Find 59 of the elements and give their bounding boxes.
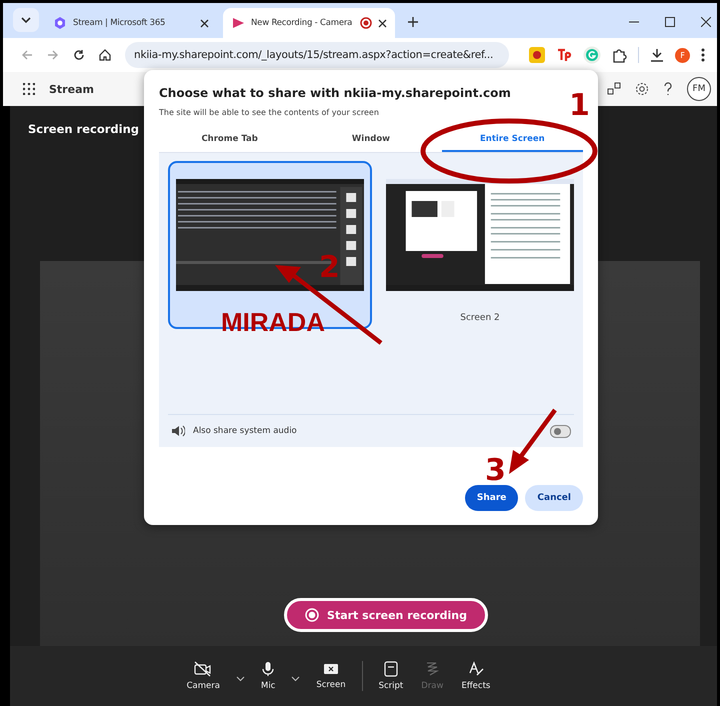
screen-option[interactable]: Screen 2 <box>378 161 582 329</box>
speaker-icon <box>171 425 185 437</box>
script-icon <box>384 661 398 677</box>
screen-share-icon <box>322 662 339 676</box>
share-tab[interactable]: Chrome Tab <box>159 127 300 152</box>
toolbar-button[interactable]: Effects <box>459 661 492 691</box>
chevron-down-icon <box>21 17 31 23</box>
microphone-icon <box>261 661 276 677</box>
help-icon[interactable] <box>663 82 673 96</box>
extension-icon[interactable] <box>556 47 572 63</box>
step-number: 1 <box>569 88 590 123</box>
toolbar-button[interactable]: Script <box>376 661 406 691</box>
chevron-down-icon[interactable] <box>236 676 245 682</box>
settings-icon[interactable] <box>635 82 649 96</box>
toolbar-button[interactable]: Camera <box>184 661 222 691</box>
cancel-button[interactable]: Cancel <box>525 485 583 511</box>
tab-title: Stream | Microsoft 365 <box>73 18 166 28</box>
app-name: Stream <box>49 82 94 96</box>
squiggle-icon <box>425 661 440 677</box>
share-button[interactable]: Share <box>464 485 518 511</box>
share-tab[interactable]: Window <box>300 127 442 152</box>
puzzle-icon[interactable] <box>612 48 627 62</box>
extension-icon[interactable] <box>529 47 545 63</box>
close-icon[interactable] <box>378 18 387 28</box>
record-icon <box>305 608 320 622</box>
toolbar-button[interactable]: Screen <box>314 662 348 690</box>
annotation-arrow <box>509 408 557 474</box>
new-tab-icon[interactable] <box>407 16 419 28</box>
address-bar[interactable]: nkiia-my.sharepoint.com/_layouts/15/stream.aspx?action=create&ref... <box>125 42 509 68</box>
profile-avatar[interactable]: F <box>675 48 690 62</box>
close-icon[interactable] <box>701 17 711 27</box>
tab-search-button[interactable] <box>13 8 39 32</box>
close-icon[interactable] <box>200 18 209 28</box>
audio-toggle[interactable] <box>550 424 571 438</box>
start-recording-button[interactable]: Start screen recording <box>284 598 488 632</box>
app-launcher-icon[interactable] <box>23 83 35 95</box>
home-icon[interactable] <box>99 49 111 61</box>
audio-label: Also share system audio <box>193 426 297 436</box>
maximize-icon[interactable] <box>665 17 675 27</box>
camera-off-icon <box>194 661 212 677</box>
browser-tab[interactable]: Stream | Microsoft 365 <box>45 8 217 38</box>
step-number: 2 <box>319 250 340 285</box>
download-icon[interactable] <box>650 48 664 62</box>
browser-tab[interactable]: New Recording - Camera <box>223 8 395 38</box>
reload-icon[interactable] <box>73 49 85 61</box>
step-number: 3 <box>485 453 506 488</box>
dialog-title: Choose what to share with nkiia-my.sharepoint.com <box>159 86 512 100</box>
tab-title: New Recording - Camera <box>251 18 354 28</box>
user-avatar[interactable]: FM <box>687 77 711 101</box>
toolbar-button[interactable]: Mic <box>258 661 278 691</box>
chevron-down-icon[interactable] <box>291 676 300 682</box>
share-network-icon[interactable] <box>607 82 621 96</box>
dialog-subtitle: The site will be able to see the contents of your screen <box>159 108 380 117</box>
app-logo-icon <box>53 16 67 30</box>
menu-icon[interactable] <box>701 48 705 62</box>
play-logo-icon <box>231 16 245 30</box>
page-title: Screen recording <box>28 122 140 136</box>
effects-pen-icon <box>468 661 484 677</box>
screen-option[interactable] <box>168 161 372 329</box>
